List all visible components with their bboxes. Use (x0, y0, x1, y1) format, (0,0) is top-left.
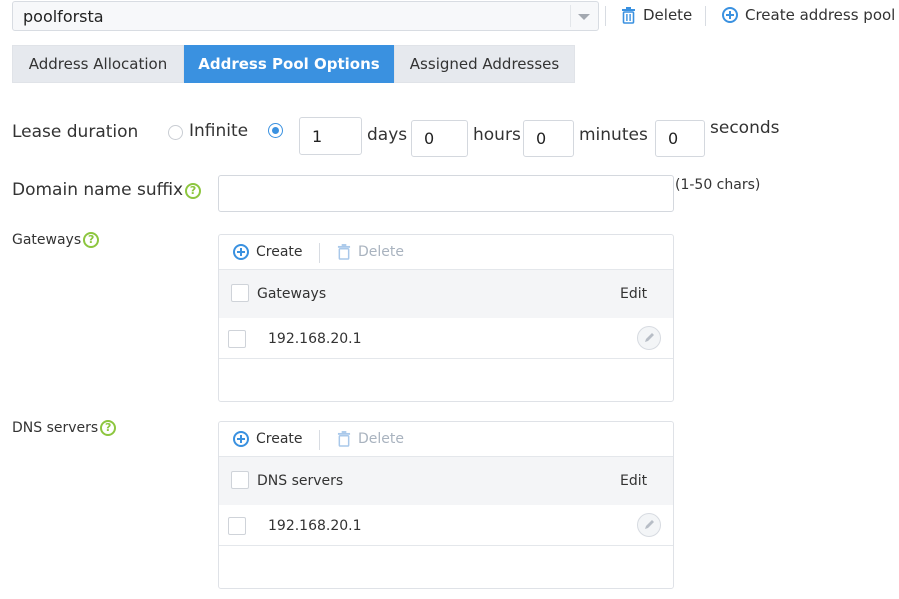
select-all-checkbox[interactable] (231, 284, 249, 302)
dns-servers-label-row: DNS servers? (12, 420, 117, 436)
domain-suffix-label: Domain name suffix (12, 180, 184, 200)
custom-duration-radio[interactable] (268, 123, 283, 138)
plus-circle-icon (233, 431, 249, 447)
gateways-delete-button[interactable]: Delete (337, 244, 404, 260)
gateways-create-label: Create (256, 244, 303, 260)
tab-address-pool-options[interactable]: Address Pool Options (184, 45, 394, 83)
plus-circle-icon (722, 7, 738, 23)
dns-create-button[interactable]: Create (233, 431, 303, 447)
dns-create-label: Create (256, 431, 303, 447)
toolbar-divider (319, 243, 320, 263)
dns-delete-label: Delete (358, 431, 404, 447)
gateways-list-toolbar: Create Delete (219, 235, 673, 270)
gateways-label: Gateways (12, 232, 82, 248)
edit-column-header: Edit (620, 286, 648, 302)
table-row: 192.168.20.1 (219, 318, 673, 359)
minutes-label: minutes (579, 125, 648, 145)
infinite-radio[interactable] (168, 125, 183, 140)
dns-list-toolbar: Create Delete (219, 422, 673, 457)
gateways-create-button[interactable]: Create (233, 244, 303, 260)
delete-pool-label: Delete (643, 6, 693, 24)
edit-row-button[interactable] (637, 513, 661, 537)
toolbar-divider (319, 430, 320, 450)
help-icon[interactable]: ? (100, 420, 117, 436)
domain-suffix-label-row: Domain name suffix? (12, 180, 202, 200)
pool-select[interactable]: poolforsta (12, 1, 599, 31)
trash-icon (622, 6, 635, 24)
dns-server-address: 192.168.20.1 (268, 518, 362, 534)
dns-list-header: DNS servers Edit (219, 457, 673, 505)
tab-assigned-addresses[interactable]: Assigned Addresses (394, 45, 575, 83)
dns-column-header: DNS servers (257, 473, 344, 489)
pencil-icon (645, 520, 654, 529)
infinite-label: Infinite (189, 121, 249, 141)
gateways-label-row: Gateways? (12, 232, 100, 248)
days-label: days (367, 125, 408, 145)
domain-suffix-hint: (1-50 chars) (675, 177, 761, 193)
pool-select-value: poolforsta (23, 7, 104, 26)
tab-address-allocation[interactable]: Address Allocation (12, 45, 184, 83)
hours-label: hours (473, 125, 521, 145)
trash-icon (337, 431, 351, 447)
minutes-input[interactable]: 0 (523, 120, 574, 157)
days-input[interactable]: 1 (299, 117, 362, 155)
seconds-label: seconds (710, 118, 780, 138)
seconds-input[interactable]: 0 (655, 120, 705, 157)
select-divider (570, 5, 571, 27)
pencil-icon (645, 333, 654, 342)
dns-servers-label: DNS servers (12, 420, 99, 436)
row-checkbox[interactable] (228, 517, 246, 535)
create-address-pool-label: Create address pool (745, 6, 896, 24)
help-icon[interactable]: ? (185, 183, 202, 199)
plus-circle-icon (233, 244, 249, 260)
hours-input[interactable]: 0 (411, 120, 468, 157)
gateways-list-header: Gateways Edit (219, 270, 673, 318)
dns-delete-button[interactable]: Delete (337, 431, 404, 447)
toolbar-divider (705, 6, 706, 26)
row-checkbox[interactable] (228, 330, 246, 348)
domain-suffix-input[interactable] (218, 175, 674, 212)
edit-column-header: Edit (620, 473, 648, 489)
gateways-list: Create Delete Gateways Edit 192.168.20.1 (218, 234, 674, 402)
help-icon[interactable]: ? (83, 232, 100, 248)
trash-icon (337, 244, 351, 260)
dns-servers-list: Create Delete DNS servers Edit 192.168.2… (218, 421, 674, 589)
edit-row-button[interactable] (637, 326, 661, 350)
delete-pool-button[interactable]: Delete (621, 6, 692, 24)
gateways-delete-label: Delete (358, 244, 404, 260)
lease-duration-label: Lease duration (12, 122, 139, 142)
gateway-address: 192.168.20.1 (268, 331, 362, 347)
gateways-column-header: Gateways (257, 286, 327, 302)
select-all-checkbox[interactable] (231, 471, 249, 489)
table-row: 192.168.20.1 (219, 505, 673, 546)
chevron-down-icon[interactable] (578, 14, 590, 20)
toolbar-divider (605, 6, 606, 26)
create-address-pool-button[interactable]: Create address pool (722, 6, 895, 24)
